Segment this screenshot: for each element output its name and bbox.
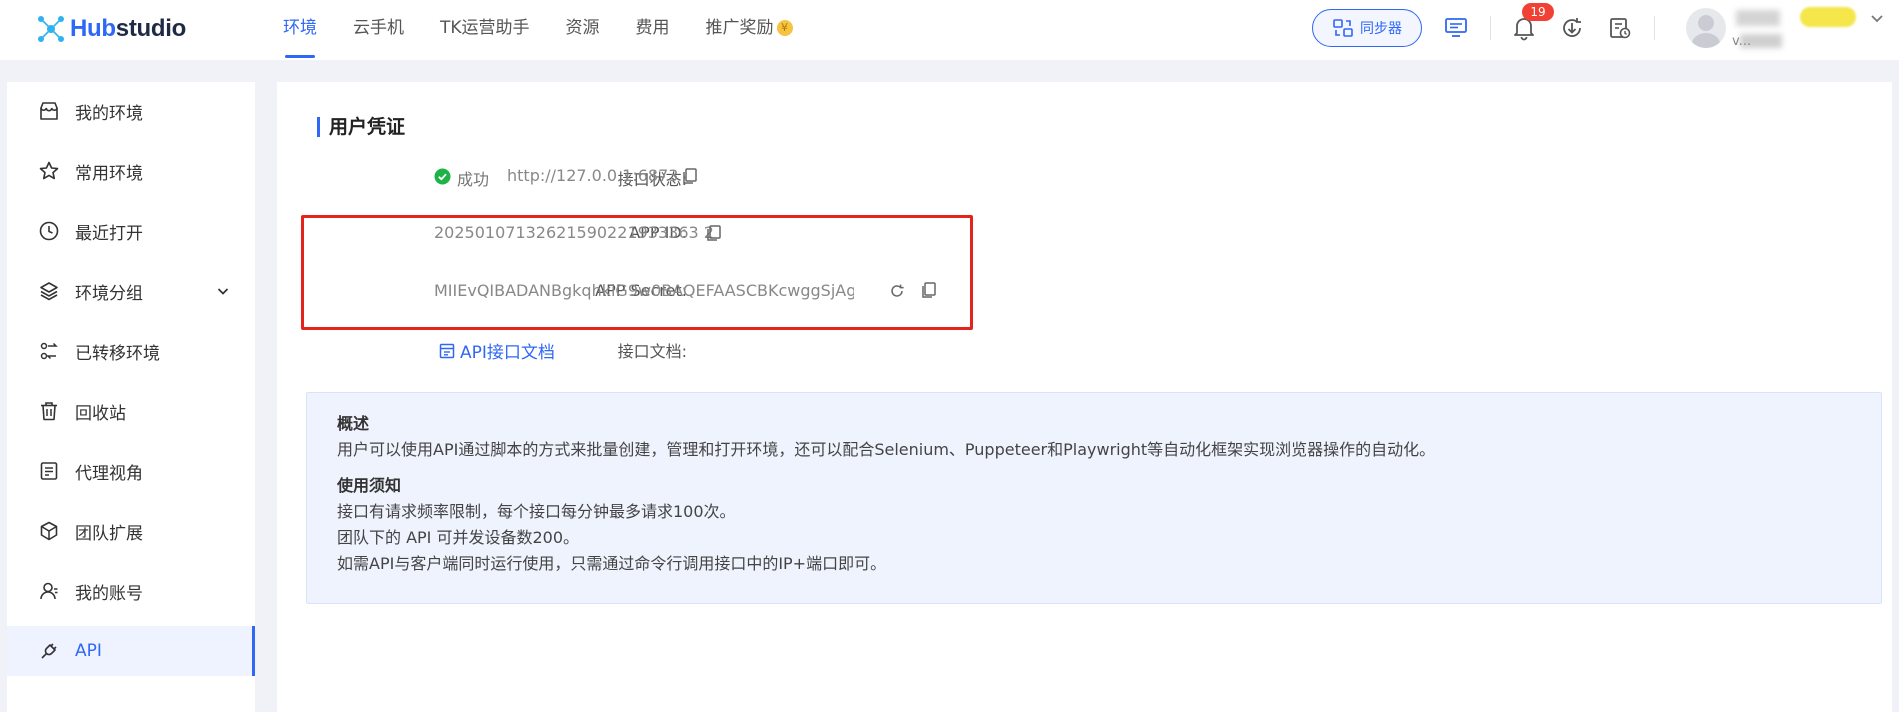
nav-referral-label: 推广奖励	[705, 18, 774, 38]
sidebar-item-label: 常用环境	[75, 163, 143, 184]
sidebar-item-groups[interactable]: 环境分组	[7, 266, 255, 316]
logo-icon	[38, 16, 64, 42]
download-icon[interactable]	[1556, 12, 1588, 44]
notice-line: 接口有请求频率限制，每个接口每分钟最多请求100次。	[337, 502, 736, 521]
doc-label: 接口文档:	[617, 342, 687, 361]
nav-resources[interactable]: 资源	[566, 0, 600, 60]
sidebar: 我的环境 常用环境 最近打开 环境分组 已转移环境 回收站 代理视角 团队扩展 …	[7, 82, 255, 712]
sidebar-item-label: 团队扩展	[75, 523, 143, 544]
user-icon	[37, 579, 61, 603]
top-header: Hubstudio 环境 云手机 TK运营助手 资源 费用 推广奖励¥ 同步器	[0, 0, 1899, 60]
header-divider-2	[1654, 16, 1655, 40]
cube-icon	[37, 519, 61, 543]
coin-icon: ¥	[776, 20, 793, 36]
api-doc-link-text: API接口文档	[460, 343, 555, 363]
notice-line: 如需API与客户端同时运行使用，只需通过命令行调用接口中的IP+端口即可。	[337, 554, 887, 573]
vip-badge	[1800, 7, 1856, 27]
layers-icon	[37, 279, 61, 303]
nav-environment[interactable]: 环境	[283, 0, 317, 60]
sidebar-item-label: 回收站	[75, 403, 126, 424]
trash-icon	[37, 399, 61, 423]
star-icon	[37, 159, 61, 183]
nav-referral[interactable]: 推广奖励 ¥	[706, 0, 793, 60]
chevron-down-icon[interactable]	[215, 283, 231, 304]
nav-tk-assistant[interactable]: TK运营助手	[440, 0, 530, 60]
sync-button[interactable]: 同步器	[1312, 9, 1422, 47]
section-title: 用户凭证	[317, 117, 405, 137]
sidebar-item-label: 代理视角	[75, 463, 143, 484]
success-icon	[434, 168, 451, 185]
logo-text: Hubstudio	[70, 15, 186, 42]
copy-url-icon[interactable]	[681, 167, 699, 185]
sidebar-item-label: 最近打开	[75, 223, 143, 244]
user-dropdown-icon[interactable]	[1868, 10, 1886, 32]
status-url: http://127.0.0.1:6873	[507, 166, 679, 185]
sidebar-item-recycle-bin[interactable]: 回收站	[7, 386, 255, 436]
app-secret-value: MIIEvQIBADANBgkqhkiG9w0BAQEFAASCBKcwggSj…	[434, 281, 854, 300]
sidebar-item-recent[interactable]: 最近打开	[7, 206, 255, 256]
hubstudio-logo[interactable]: Hubstudio	[36, 12, 186, 46]
header-divider	[1490, 16, 1491, 40]
sidebar-item-frequent[interactable]: 常用环境	[7, 146, 255, 196]
monitor-icon[interactable]	[1440, 12, 1472, 44]
nav-billing[interactable]: 费用	[636, 0, 670, 60]
status-text: 成功	[457, 170, 490, 189]
sync-label: 同步器	[1360, 21, 1402, 37]
user-name-blur	[1736, 10, 1780, 26]
notification-badge: 19	[1522, 3, 1554, 21]
sidebar-item-label: 我的环境	[75, 103, 143, 124]
sidebar-item-proxy-view[interactable]: 代理视角	[7, 446, 255, 496]
overview-title: 概述	[337, 414, 370, 433]
sync-icon	[1333, 19, 1353, 37]
plug-icon	[37, 639, 61, 663]
sidebar-item-label: 环境分组	[75, 283, 143, 304]
clock-icon	[37, 219, 61, 243]
sidebar-item-account[interactable]: 我的账号	[7, 566, 255, 616]
sidebar-item-team[interactable]: 团队扩展	[7, 506, 255, 556]
info-panel: 概述 用户可以使用API通过脚本的方式来批量创建，管理和打开环境，还可以配合Se…	[306, 392, 1882, 604]
sidebar-item-label: API	[75, 641, 102, 661]
sidebar-item-my-environments[interactable]: 我的环境	[7, 86, 255, 136]
overview-text: 用户可以使用API通过脚本的方式来批量创建，管理和打开环境，还可以配合Selen…	[337, 440, 1436, 459]
nav-cloud-phone[interactable]: 云手机	[353, 0, 404, 60]
notice-line: 团队下的 API 可并发设备数200。	[337, 528, 580, 547]
document-icon	[439, 343, 455, 358]
sidebar-item-label: 我的账号	[75, 583, 143, 604]
app-id-value: 20250107132621590221933363 2	[434, 223, 714, 242]
api-doc-link[interactable]: API接口文档	[438, 338, 555, 363]
history-icon[interactable]	[1604, 12, 1636, 44]
sidebar-item-transferred[interactable]: 已转移环境	[7, 326, 255, 376]
store-icon	[37, 99, 61, 123]
top-nav: 环境 云手机 TK运营助手 资源 费用 推广奖励 ¥	[283, 0, 829, 60]
notice-title: 使用须知	[337, 476, 402, 495]
user-name[interactable]: v...	[1732, 34, 1751, 49]
sidebar-item-label: 已转移环境	[75, 343, 160, 364]
main-content: 用户凭证 接口状态: 成功 http://127.0.0.1:6873 APP …	[277, 82, 1892, 712]
refresh-icon[interactable]	[888, 282, 906, 300]
copy-secret-icon[interactable]	[920, 281, 938, 299]
avatar[interactable]	[1686, 8, 1726, 48]
copy-app-id-icon[interactable]	[705, 224, 723, 242]
proxy-icon	[37, 459, 61, 483]
sidebar-item-api[interactable]: API	[7, 626, 255, 676]
transfer-icon	[37, 339, 61, 363]
